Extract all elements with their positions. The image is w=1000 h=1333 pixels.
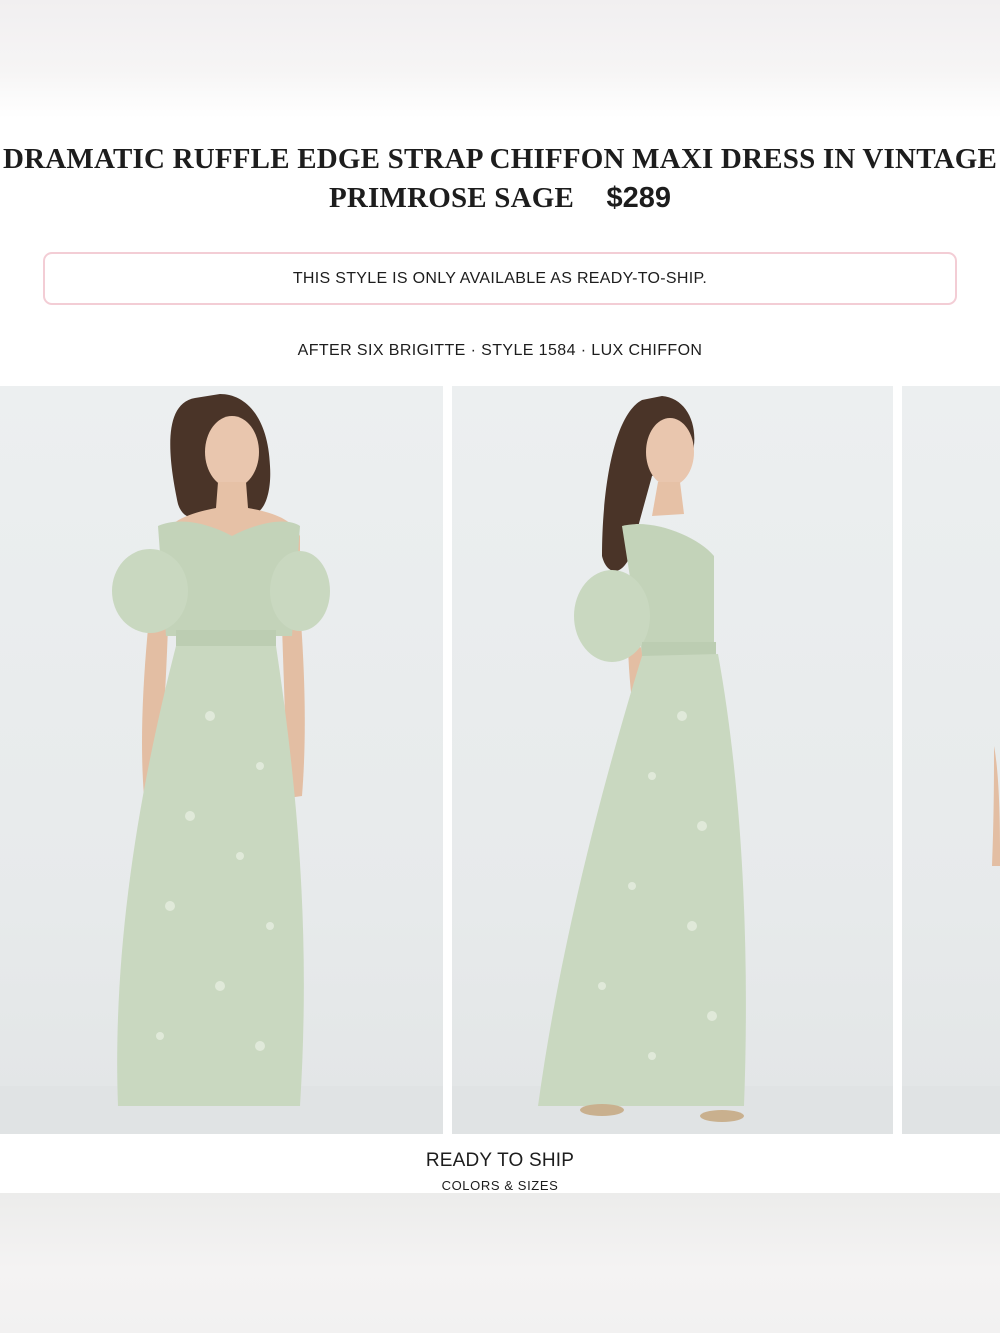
product-title: DRAMATIC RUFFLE EDGE STRAP CHIFFON MAXI … (2, 143, 998, 214)
top-banner-area (0, 0, 1000, 118)
product-image-partial[interactable] (902, 386, 1000, 1134)
colors-sizes-subtitle[interactable]: COLORS & SIZES (0, 1178, 1000, 1193)
product-price: $289 (606, 182, 672, 214)
availability-notice: THIS STYLE IS ONLY AVAILABLE AS READY-TO… (43, 252, 957, 305)
bottom-banner-area (0, 1193, 1000, 1333)
product-image-front[interactable] (0, 386, 443, 1134)
availability-notice-text: THIS STYLE IS ONLY AVAILABLE AS READY-TO… (292, 269, 708, 287)
ready-to-ship-title[interactable]: READY TO SHIP (0, 1150, 1000, 1172)
product-image-carousel[interactable] (0, 386, 1000, 1134)
model-front-illustration (0, 394, 443, 1134)
product-header: DRAMATIC RUFFLE EDGE STRAP CHIFFON MAXI … (0, 140, 1000, 218)
model-partial-illustration (902, 746, 1000, 1134)
model-side-illustration (452, 396, 893, 1134)
product-image-side[interactable] (452, 386, 893, 1134)
product-meta: AFTER SIX BRIGITTE · STYLE 1584 · LUX CH… (297, 342, 703, 359)
